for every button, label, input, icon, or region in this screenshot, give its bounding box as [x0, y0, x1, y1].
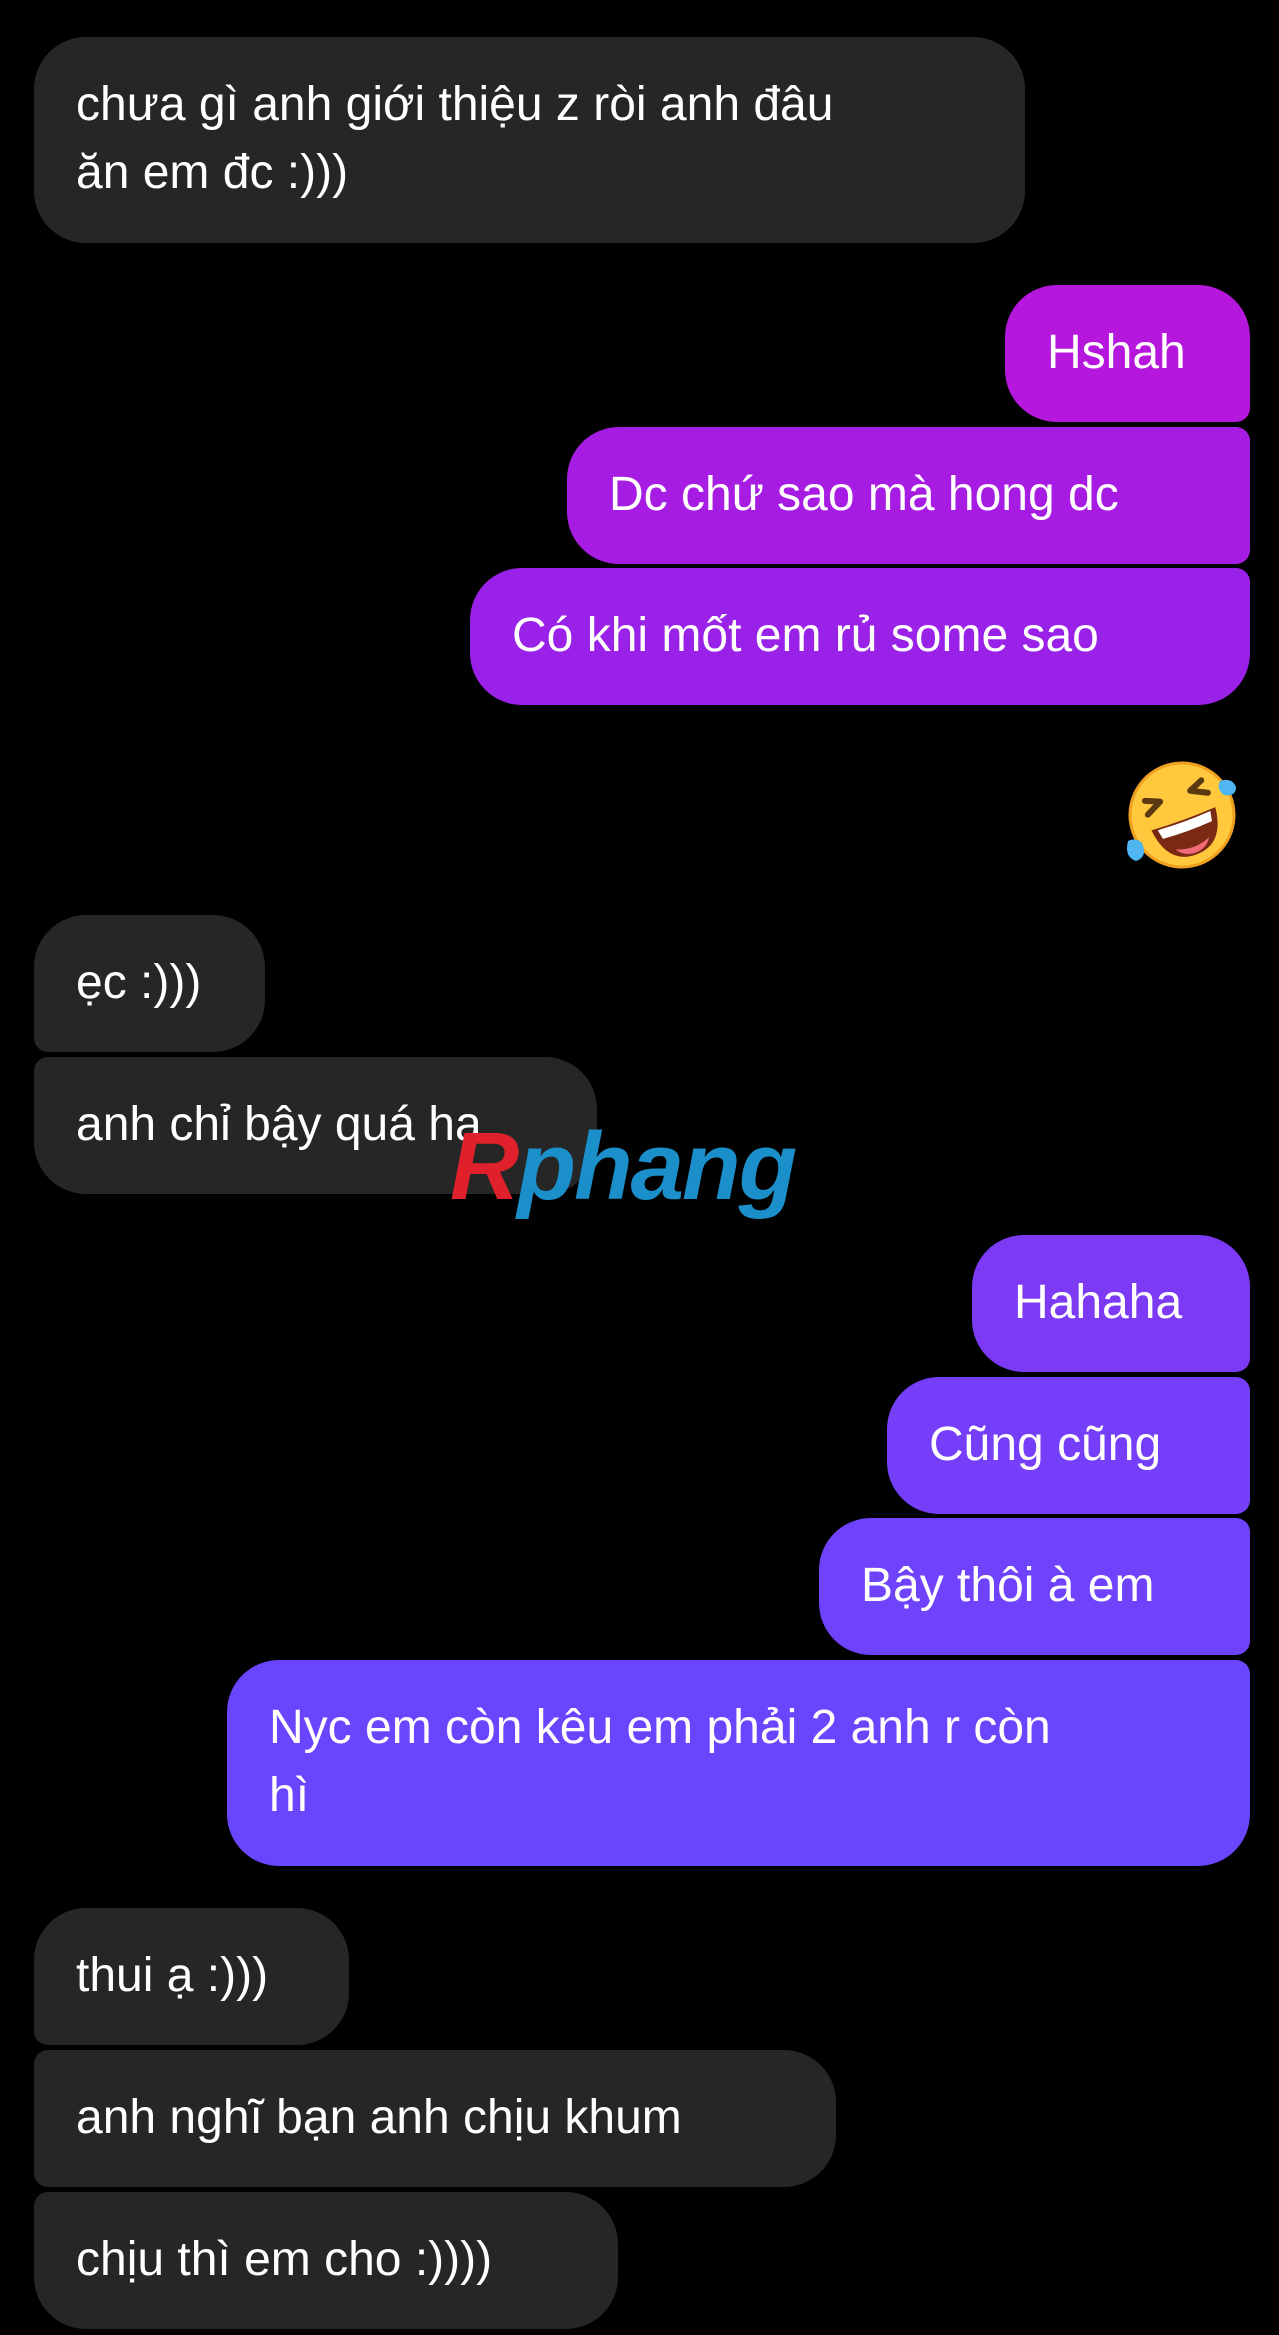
- message-text: anh chỉ bậy quá ha: [76, 1098, 482, 1151]
- message-outgoing[interactable]: Bậy thôi à em: [819, 1518, 1250, 1655]
- message-text: ẹc :))): [76, 956, 202, 1009]
- rolling-on-floor-laughing-icon: [1127, 761, 1236, 869]
- message-text: anh nghĩ bạn anh chịu khum: [76, 2091, 682, 2144]
- message-text: Cũng cũng: [929, 1418, 1162, 1471]
- message-text: thui ạ :))): [76, 1949, 269, 2002]
- message-outgoing[interactable]: Có khi mốt em rủ some sao: [470, 568, 1250, 705]
- message-outgoing[interactable]: Hshah: [1005, 285, 1250, 422]
- message-text: Dc chứ sao mà hong dc: [609, 468, 1119, 521]
- message-incoming[interactable]: ẹc :))): [34, 915, 265, 1052]
- watermark-text: phang: [517, 1113, 797, 1220]
- message-incoming[interactable]: chịu thì em cho :)))): [34, 2192, 618, 2329]
- message-text: Hshah: [1047, 326, 1186, 379]
- message-outgoing[interactable]: Nyc em còn kêu em phải 2 anh r còn hì: [227, 1660, 1250, 1866]
- message-text: hì: [269, 1769, 310, 1822]
- message-text: chưa gì anh giới thiệu z ròi anh đâu: [76, 78, 834, 131]
- message-text: Bậy thôi à em: [861, 1559, 1155, 1612]
- message-outgoing[interactable]: Dc chứ sao mà hong dc: [567, 427, 1250, 564]
- message-outgoing[interactable]: Hahaha: [972, 1235, 1250, 1372]
- watermark-logo: Rphang: [450, 1112, 797, 1222]
- message-text: Nyc em còn kêu em phải 2 anh r còn: [269, 1701, 1051, 1754]
- message-text: Hahaha: [1014, 1276, 1183, 1329]
- message-text: ăn em đc :))): [76, 146, 349, 199]
- message-text: chịu thì em cho :)))): [76, 2233, 493, 2286]
- message-outgoing[interactable]: Cũng cũng: [887, 1377, 1250, 1514]
- message-incoming[interactable]: thui ạ :))): [34, 1908, 349, 2045]
- message-incoming[interactable]: chưa gì anh giới thiệu z ròi anh đâu ăn …: [34, 37, 1025, 243]
- message-text: Có khi mốt em rủ some sao: [512, 609, 1099, 662]
- watermark-text: R: [450, 1113, 519, 1220]
- message-emoji[interactable]: [1124, 757, 1240, 878]
- message-incoming[interactable]: anh nghĩ bạn anh chịu khum: [34, 2050, 836, 2187]
